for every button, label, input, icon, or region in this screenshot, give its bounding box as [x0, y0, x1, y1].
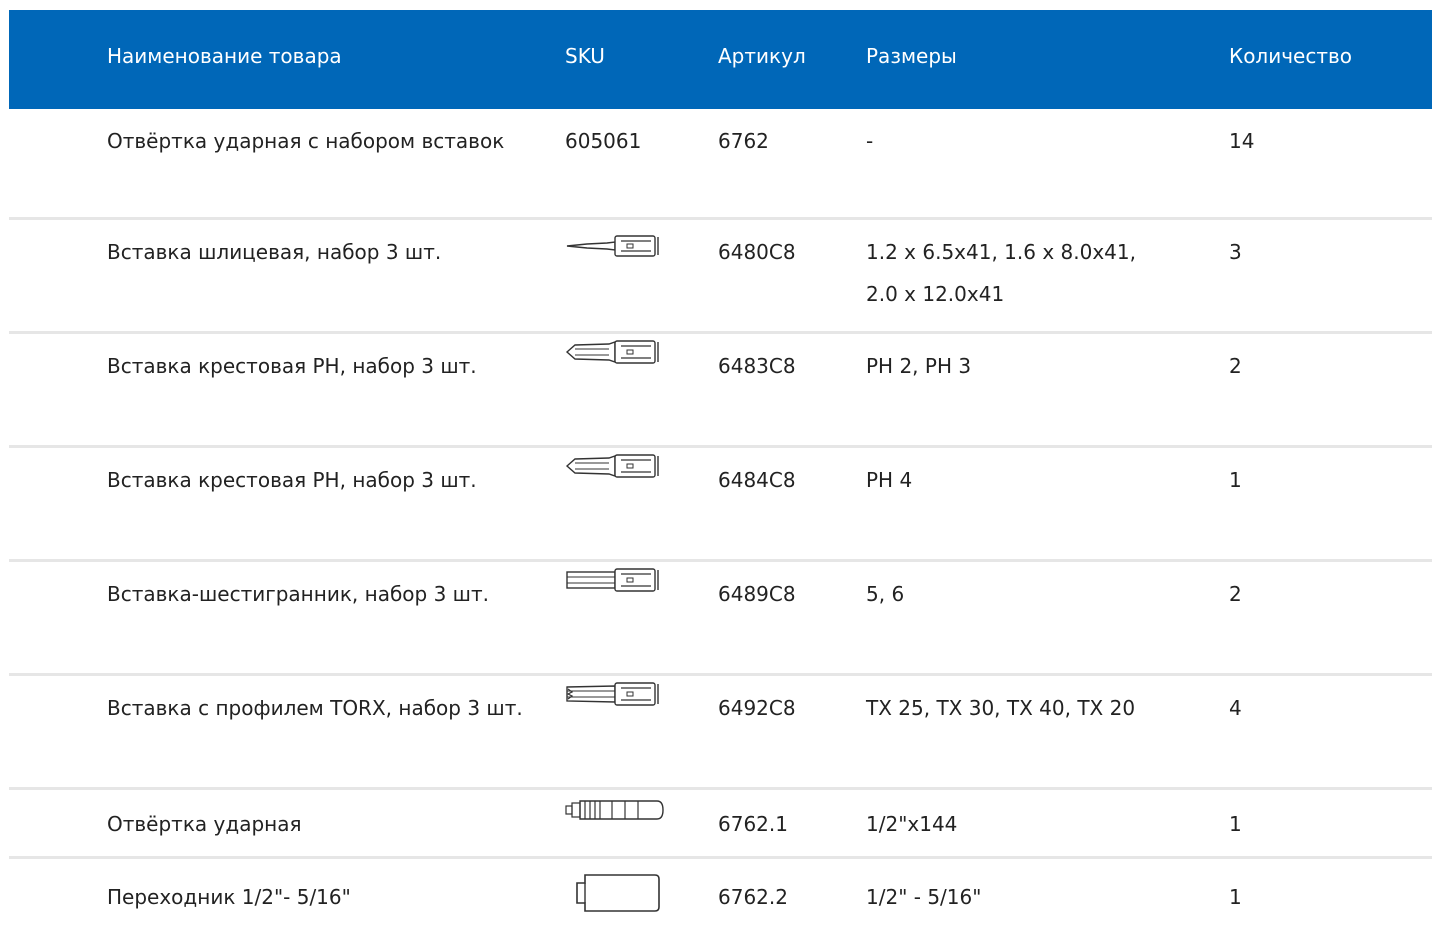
cell-name: Вставка шлицевая, набор 3 шт. [107, 240, 442, 264]
table-row: Переходник 1/2"- 5/16" 6762.2 1/2" - 5/1… [9, 859, 1432, 931]
cell-article: 6762.1 [718, 812, 788, 836]
table-row: Отвёртка ударная 6762.1 1/2"x144 1 [9, 790, 1432, 859]
cell-quantity: 1 [1229, 468, 1242, 492]
phillips-bit-icon [565, 452, 685, 480]
cell-sizes: PH 4 [866, 468, 913, 492]
cell-name: Вставка с профилем TORX, набор 3 шт. [107, 696, 523, 720]
table-row: Вставка шлицевая, набор 3 шт. 6480C8 1.2… [9, 220, 1432, 334]
cell-sizes: PH 2, PH 3 [866, 354, 972, 378]
cell-article: 6489C8 [718, 582, 796, 606]
cell-quantity: 14 [1229, 129, 1255, 153]
cell-name: Отвёртка ударная [107, 812, 302, 836]
cell-article: 6492C8 [718, 696, 796, 720]
column-header-sizes: Размеры [866, 44, 957, 68]
cell-sku: 605061 [565, 129, 642, 153]
cell-sizes: 1/2" - 5/16" [866, 885, 982, 909]
column-header-quantity: Количество [1229, 44, 1353, 68]
torx-bit-icon [565, 680, 685, 708]
cell-article: 6484C8 [718, 468, 796, 492]
cell-article: 6762 [718, 129, 769, 153]
cell-quantity: 1 [1229, 812, 1242, 836]
table-row: Вставка крестовая PH, набор 3 шт. 6483C8… [9, 334, 1432, 448]
cell-quantity: 3 [1229, 240, 1242, 264]
cell-sizes: 5, 6 [866, 582, 905, 606]
cell-name: Вставка крестовая PH, набор 3 шт. [107, 354, 477, 378]
cell-article: 6483C8 [718, 354, 796, 378]
table-row: Отвёртка ударная с набором вставок 60506… [9, 109, 1432, 220]
table-row: Вставка с профилем TORX, набор 3 шт. 649… [9, 676, 1432, 790]
cell-name: Вставка-шестигранник, набор 3 шт. [107, 582, 489, 606]
column-header-article: Артикул [718, 44, 806, 68]
cell-quantity: 1 [1229, 885, 1242, 909]
adapter-icon [565, 873, 685, 913]
cell-name: Вставка крестовая PH, набор 3 шт. [107, 468, 477, 492]
cell-sizes: - [866, 129, 874, 153]
cell-sizes: TX 25, TX 30, TX 40, TX 20 [866, 696, 1136, 720]
column-header-name: Наименование товара [107, 44, 342, 68]
hex-bit-icon [565, 566, 685, 594]
phillips-bit-icon [565, 338, 685, 366]
impact-driver-icon [565, 798, 685, 822]
table-row: Вставка-шестигранник, набор 3 шт. 6489C8… [9, 562, 1432, 676]
cell-article: 6480C8 [718, 240, 796, 264]
table-row: Вставка крестовая PH, набор 3 шт. 6484C8… [9, 448, 1432, 562]
product-table: Наименование товара SKU Артикул Размеры … [9, 10, 1432, 931]
slotted-bit-icon [565, 234, 685, 258]
column-header-sku: SKU [565, 44, 605, 68]
cell-sizes: 1/2"x144 [866, 812, 958, 836]
cell-quantity: 2 [1229, 582, 1242, 606]
cell-sizes: 1.2 x 6.5x41, 1.6 x 8.0x41, 2.0 x 12.0x4… [866, 240, 1136, 306]
table-header: Наименование товара SKU Артикул Размеры … [9, 10, 1432, 109]
cell-name: Переходник 1/2"- 5/16" [107, 885, 351, 909]
cell-quantity: 4 [1229, 696, 1242, 720]
cell-name: Отвёртка ударная с набором вставок [107, 129, 505, 153]
cell-article: 6762.2 [718, 885, 788, 909]
cell-quantity: 2 [1229, 354, 1242, 378]
